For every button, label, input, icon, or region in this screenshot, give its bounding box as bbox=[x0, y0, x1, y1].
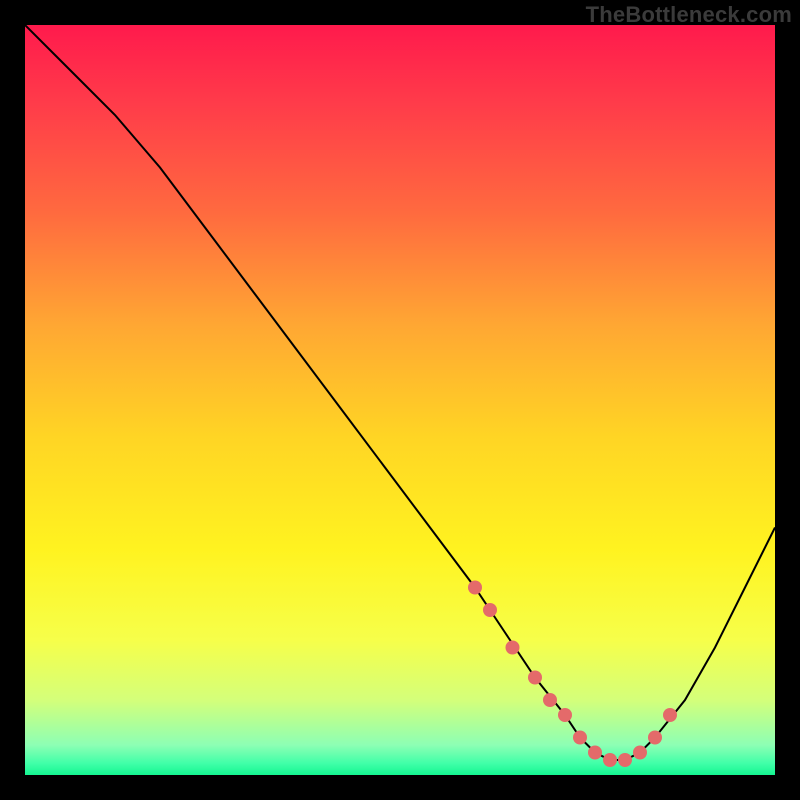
bottleneck-chart bbox=[25, 25, 775, 775]
valley-marker bbox=[468, 581, 482, 595]
valley-marker bbox=[633, 746, 647, 760]
valley-marker bbox=[543, 693, 557, 707]
valley-marker bbox=[618, 753, 632, 767]
plot-area bbox=[25, 25, 775, 775]
valley-marker bbox=[588, 746, 602, 760]
valley-marker bbox=[603, 753, 617, 767]
valley-marker bbox=[663, 708, 677, 722]
gradient-background bbox=[25, 25, 775, 775]
valley-marker bbox=[506, 641, 520, 655]
valley-marker bbox=[573, 731, 587, 745]
valley-marker bbox=[483, 603, 497, 617]
valley-marker bbox=[558, 708, 572, 722]
valley-marker bbox=[648, 731, 662, 745]
watermark-text: TheBottleneck.com bbox=[586, 2, 792, 28]
valley-marker bbox=[528, 671, 542, 685]
chart-frame: TheBottleneck.com bbox=[0, 0, 800, 800]
